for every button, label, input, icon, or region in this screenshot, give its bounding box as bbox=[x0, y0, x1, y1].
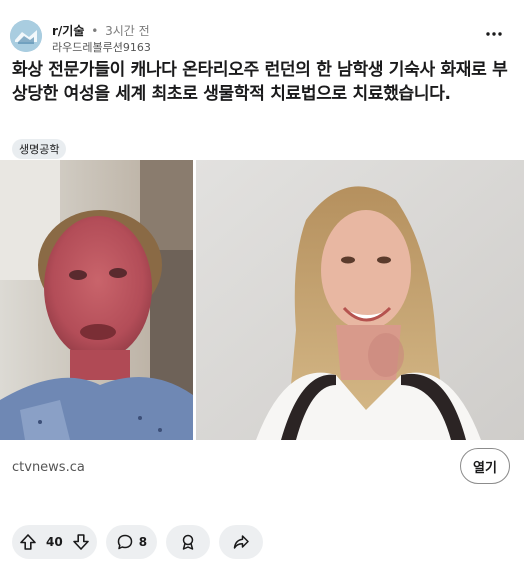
downvote-button[interactable] bbox=[71, 532, 91, 552]
award-button[interactable] bbox=[166, 525, 211, 559]
more-options-button[interactable] bbox=[482, 22, 506, 46]
share-arrow-icon bbox=[233, 535, 249, 549]
comments-button[interactable]: 8 bbox=[105, 525, 158, 559]
vote-count: 40 bbox=[46, 535, 63, 549]
post-actions: 40 8 bbox=[12, 525, 264, 559]
comment-count: 8 bbox=[138, 535, 148, 549]
upvote-arrow-icon bbox=[20, 534, 36, 550]
post-header: r/기술 • 3시간 전 라우드레볼루션9163 bbox=[10, 18, 514, 54]
post-meta: r/기술 • 3시간 전 bbox=[52, 22, 150, 39]
photo-recovered bbox=[196, 160, 524, 440]
meta-separator: • bbox=[91, 24, 99, 38]
more-options-icon bbox=[486, 32, 502, 36]
link-domain[interactable]: ctvnews.ca bbox=[12, 460, 85, 475]
post-flair[interactable]: 생명공학 bbox=[12, 139, 67, 159]
subreddit-name[interactable]: r/기술 bbox=[52, 24, 84, 38]
post-author[interactable]: 라우드레볼루션9163 bbox=[52, 39, 151, 55]
comment-bubble-icon bbox=[117, 534, 132, 550]
post-time: 3시간 전 bbox=[105, 24, 150, 38]
post-title[interactable]: 화상 전문가들이 캐나다 온타리오주 런던의 한 남학생 기숙사 화재로 부상당… bbox=[12, 58, 512, 106]
share-button[interactable] bbox=[219, 525, 264, 559]
photo-hospital bbox=[0, 160, 193, 440]
subreddit-avatar-icon[interactable] bbox=[10, 20, 42, 52]
downvote-arrow-icon bbox=[72, 534, 89, 550]
open-link-button[interactable]: 열기 bbox=[460, 448, 510, 484]
vote-control: 40 bbox=[12, 525, 97, 559]
post-media[interactable] bbox=[0, 160, 524, 440]
award-icon bbox=[182, 534, 194, 550]
link-row: ctvnews.ca 열기 bbox=[0, 440, 524, 496]
upvote-button[interactable] bbox=[18, 532, 38, 552]
